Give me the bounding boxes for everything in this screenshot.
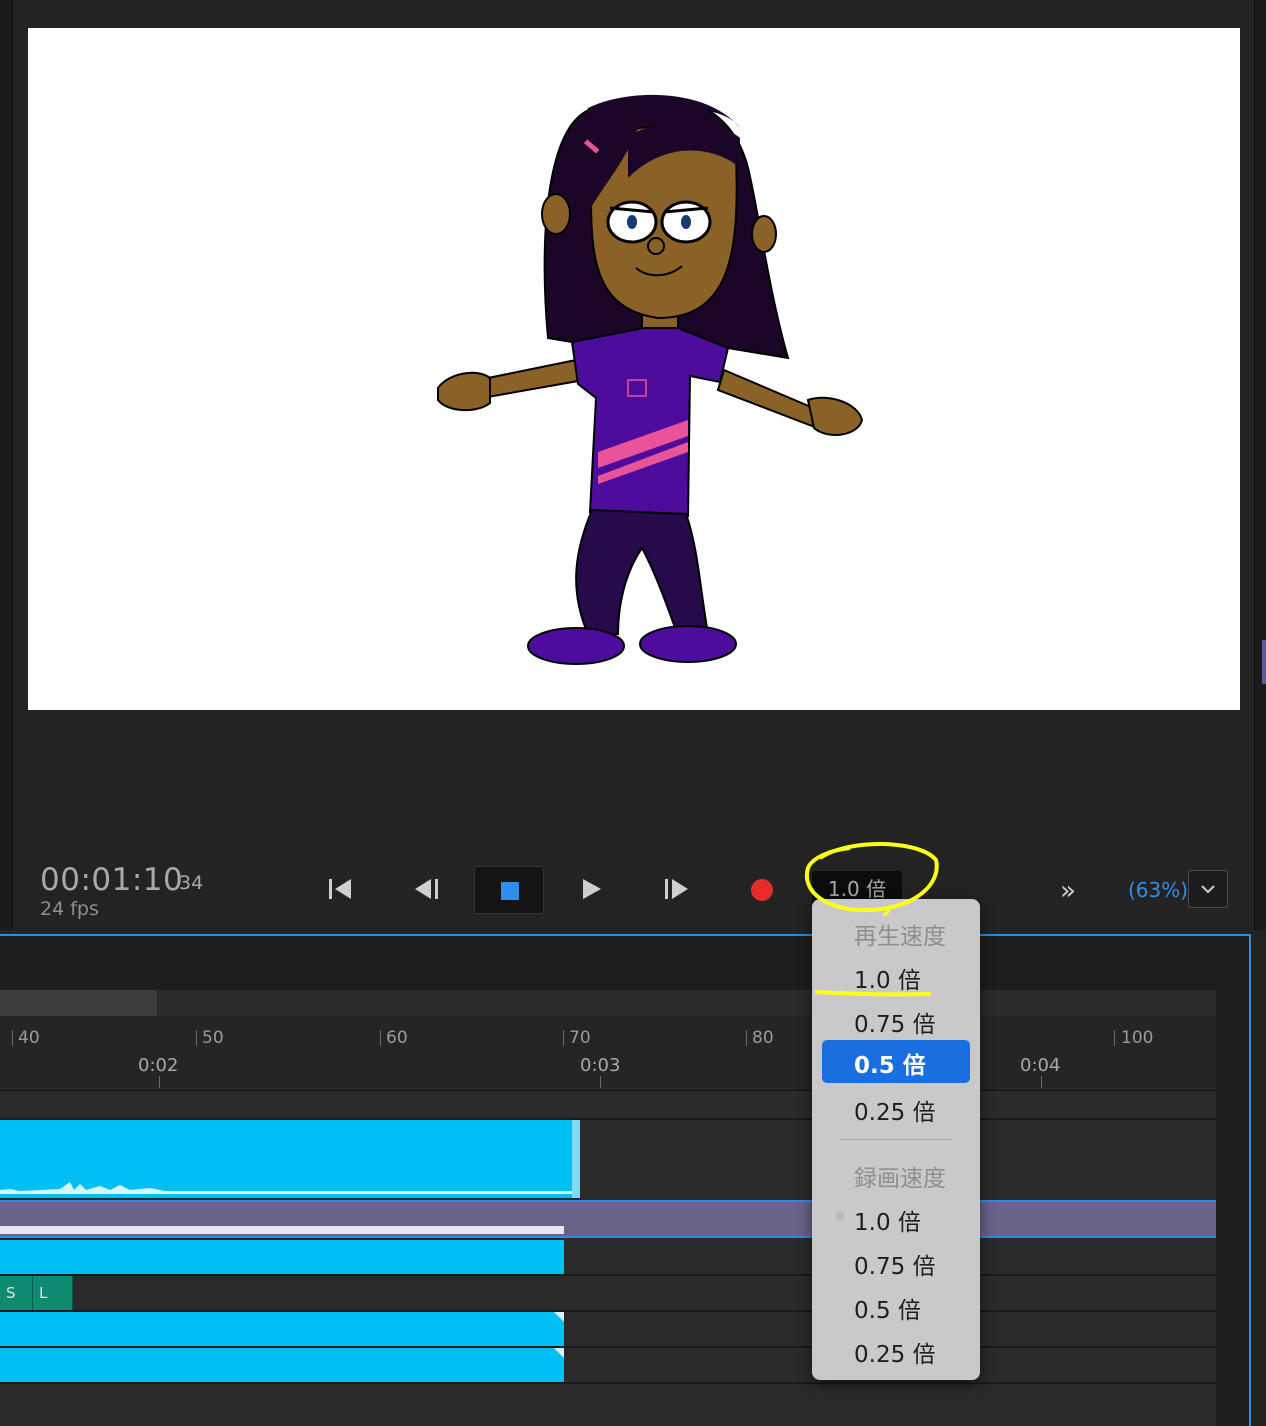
current-frame-number: 34: [179, 872, 204, 894]
playback-speed-header: 再生速度: [854, 924, 946, 950]
timeline-scrollbar[interactable]: [0, 990, 1216, 1016]
zoom-level[interactable]: (63%): [1128, 878, 1188, 902]
playback-speed-option-selected[interactable]: 0.5 倍: [822, 1040, 970, 1083]
current-timecode[interactable]: 00:01:10: [40, 862, 183, 898]
right-panel-accent: [1262, 640, 1266, 684]
frame-tick-label: 50: [202, 1028, 224, 1048]
puppet-track-clip[interactable]: [0, 1348, 564, 1382]
selected-option-label: 0.5 倍: [854, 1053, 926, 1079]
step-back-icon: [415, 879, 438, 899]
frame-tick-label: 70: [569, 1028, 591, 1048]
behavior-tag-s[interactable]: S: [0, 1276, 33, 1310]
go-to-start-button[interactable]: [318, 867, 362, 911]
right-panel-edge: [1254, 0, 1266, 930]
step-back-button[interactable]: [405, 867, 449, 911]
annotation-underline: [814, 990, 932, 997]
speed-dropdown-menu: 再生速度 1.0 倍 0.75 倍 0.5 倍 0.25 倍 録画速度 1.0 …: [812, 899, 980, 1380]
ruler-tick: [380, 1030, 381, 1046]
timeline-scroll-thumb[interactable]: [0, 990, 157, 1016]
step-forward-button[interactable]: [655, 867, 699, 911]
chevron-down-icon: [1201, 885, 1215, 894]
annotation-circle: [804, 842, 939, 916]
frame-tick-label: 60: [386, 1028, 408, 1048]
audio-waveform: [0, 1182, 580, 1194]
ruler-tick: [563, 1030, 564, 1046]
selected-dot-icon: [836, 1212, 844, 1220]
ruler-tick: [600, 1076, 601, 1088]
ruler-tick: [196, 1030, 197, 1046]
stop-icon: [501, 882, 519, 900]
puppet-track-clip[interactable]: [0, 1240, 564, 1274]
menu-separator: [840, 1139, 952, 1140]
ruler-tick: [1114, 1030, 1115, 1046]
track-divider: [0, 1382, 1216, 1384]
play-button[interactable]: [570, 867, 614, 911]
puppet-track-clip[interactable]: [0, 1312, 564, 1346]
time-tick-label: 0:04: [1020, 1055, 1061, 1076]
scene-track-range: [0, 1226, 564, 1234]
ruler-tick: [12, 1030, 13, 1046]
time-tick-label: 0:03: [580, 1055, 621, 1076]
step-forward-icon: [665, 879, 688, 899]
record-speed-option[interactable]: 0.75 倍: [854, 1247, 936, 1281]
left-panel-edge: [0, 0, 13, 930]
time-tick-label: 0:02: [138, 1055, 179, 1076]
playback-speed-option[interactable]: 0.25 倍: [854, 1093, 936, 1127]
track-divider: [0, 1274, 1216, 1276]
ruler-tick: [159, 1076, 160, 1088]
timeline-ruler[interactable]: 40 50 60 70 80 100 0:02 0:03 0:04: [0, 1016, 1216, 1091]
zoom-menu-button[interactable]: [1188, 870, 1228, 908]
record-button[interactable]: [751, 879, 773, 901]
frame-tick-label: 80: [752, 1028, 774, 1048]
behavior-tag-l[interactable]: L: [33, 1276, 73, 1310]
record-speed-option[interactable]: 1.0 倍: [854, 1203, 921, 1237]
scene-preview[interactable]: [28, 28, 1240, 710]
record-speed-option[interactable]: 0.25 倍: [854, 1335, 936, 1369]
ruler-tick: [746, 1030, 747, 1046]
frame-tick-label: 100: [1121, 1028, 1154, 1048]
frame-tick-label: 40: [18, 1028, 40, 1048]
playback-speed-option[interactable]: 0.75 倍: [854, 1005, 936, 1039]
ruler-tick: [1041, 1076, 1042, 1088]
audio-clip[interactable]: [0, 1120, 580, 1198]
play-icon: [583, 879, 601, 899]
clip-corner-marker: [554, 1312, 564, 1322]
clip-corner-marker: [554, 1348, 564, 1358]
puppet-character: [437, 94, 864, 665]
record-speed-option[interactable]: 0.5 倍: [854, 1291, 921, 1325]
record-speed-header: 録画速度: [854, 1166, 946, 1192]
skip-to-start-icon: [329, 879, 351, 899]
frame-rate-label: 24 fps: [40, 898, 99, 920]
stop-button[interactable]: [474, 866, 544, 914]
fast-forward-button[interactable]: »: [1060, 876, 1076, 906]
